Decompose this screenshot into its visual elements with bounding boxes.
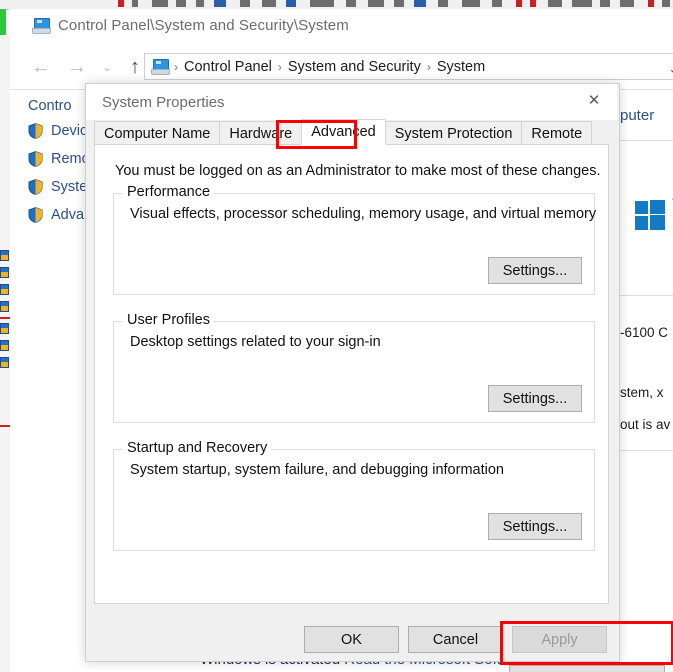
chevron-down-icon[interactable]: ⌄	[668, 61, 673, 77]
content-rule	[620, 450, 673, 451]
system-properties-dialog: System Properties ✕ Computer Name Hardwa…	[85, 83, 673, 672]
breadcrumb-separator-2: ›	[426, 59, 431, 74]
recent-locations-button[interactable]: ⌄	[96, 53, 118, 81]
tab-strip: Computer Name Hardware Advanced System P…	[94, 119, 593, 145]
startup-recovery-group-label: Startup and Recovery	[123, 440, 272, 456]
performance-group-label: Performance	[123, 184, 215, 200]
performance-group: Performance Visual effects, processor sc…	[113, 184, 597, 295]
dialog-titlebar: System Properties ✕	[86, 84, 617, 120]
processor-fragment: -6100 C	[620, 325, 669, 340]
user-profiles-description: Desktop settings related to your sign-in	[130, 334, 381, 350]
dialog-footer: OK Cancel Apply	[86, 618, 617, 659]
breadcrumb-separator-0: ›	[174, 59, 178, 74]
window-title: Control Panel\System and Security\System	[58, 17, 349, 34]
performance-description: Visual effects, processor scheduling, me…	[130, 206, 597, 222]
tab-remote[interactable]: Remote	[521, 121, 593, 145]
close-icon[interactable]: ✕	[571, 84, 617, 116]
dialog-body: Computer Name Hardware Advanced System P…	[86, 119, 665, 672]
control-panel-titlebar: Control Panel\System and Security\System	[10, 9, 673, 43]
breadcrumb-item-control-panel[interactable]: Control Panel	[184, 59, 272, 75]
user-profiles-settings-button[interactable]: Settings...	[488, 385, 582, 412]
shield-icon	[28, 207, 43, 223]
screen-root: Control Panel\System and Security\System…	[0, 0, 673, 672]
ok-button[interactable]: OK	[304, 626, 399, 653]
dialog-title: System Properties	[102, 94, 225, 111]
windows-logo-icon	[635, 200, 665, 230]
tab-advanced[interactable]: Advanced	[301, 119, 386, 145]
system-info-panel: puter V -6100 C stem, x out is av	[620, 95, 673, 655]
breadcrumb-computer-icon	[151, 59, 170, 75]
section-heading: puter	[620, 107, 655, 124]
address-bar[interactable]: › Control Panel › System and Security › …	[144, 53, 673, 80]
startup-recovery-group: Startup and Recovery System startup, sys…	[113, 440, 595, 551]
startup-recovery-description: System startup, system failure, and debu…	[130, 462, 504, 478]
user-profiles-group: User Profiles Desktop settings related t…	[113, 312, 595, 423]
content-rule	[620, 295, 673, 296]
administrator-note: You must be logged on as an Administrato…	[115, 163, 601, 179]
tab-hardware[interactable]: Hardware	[219, 121, 303, 145]
pen-touch-fragment: out is av	[620, 417, 671, 432]
advanced-tab-page: You must be logged on as an Administrato…	[94, 144, 609, 604]
environment-variables-button[interactable]: Environment Variables...	[509, 665, 665, 672]
back-button[interactable]: ←	[24, 53, 58, 81]
tab-system-protection[interactable]: System Protection	[384, 121, 523, 145]
shield-icon	[28, 123, 43, 139]
breadcrumb-item-system[interactable]: System	[437, 59, 485, 75]
green-edge-marker	[0, 9, 6, 35]
shield-icon	[28, 179, 43, 195]
computer-icon	[32, 18, 51, 34]
forward-button[interactable]: →	[60, 53, 94, 81]
breadcrumb-separator-1: ›	[277, 59, 282, 74]
breadcrumb-item-system-and-security[interactable]: System and Security	[288, 59, 421, 75]
performance-settings-button[interactable]: Settings...	[488, 257, 582, 284]
content-rule	[620, 140, 673, 141]
tab-computer-name[interactable]: Computer Name	[94, 121, 221, 145]
user-profiles-group-label: User Profiles	[123, 312, 214, 328]
cancel-button[interactable]: Cancel	[408, 626, 503, 653]
apply-button: Apply	[512, 626, 607, 653]
system-type-fragment: stem, x	[620, 385, 664, 400]
shield-icon	[28, 151, 43, 167]
startup-recovery-settings-button[interactable]: Settings...	[488, 513, 582, 540]
